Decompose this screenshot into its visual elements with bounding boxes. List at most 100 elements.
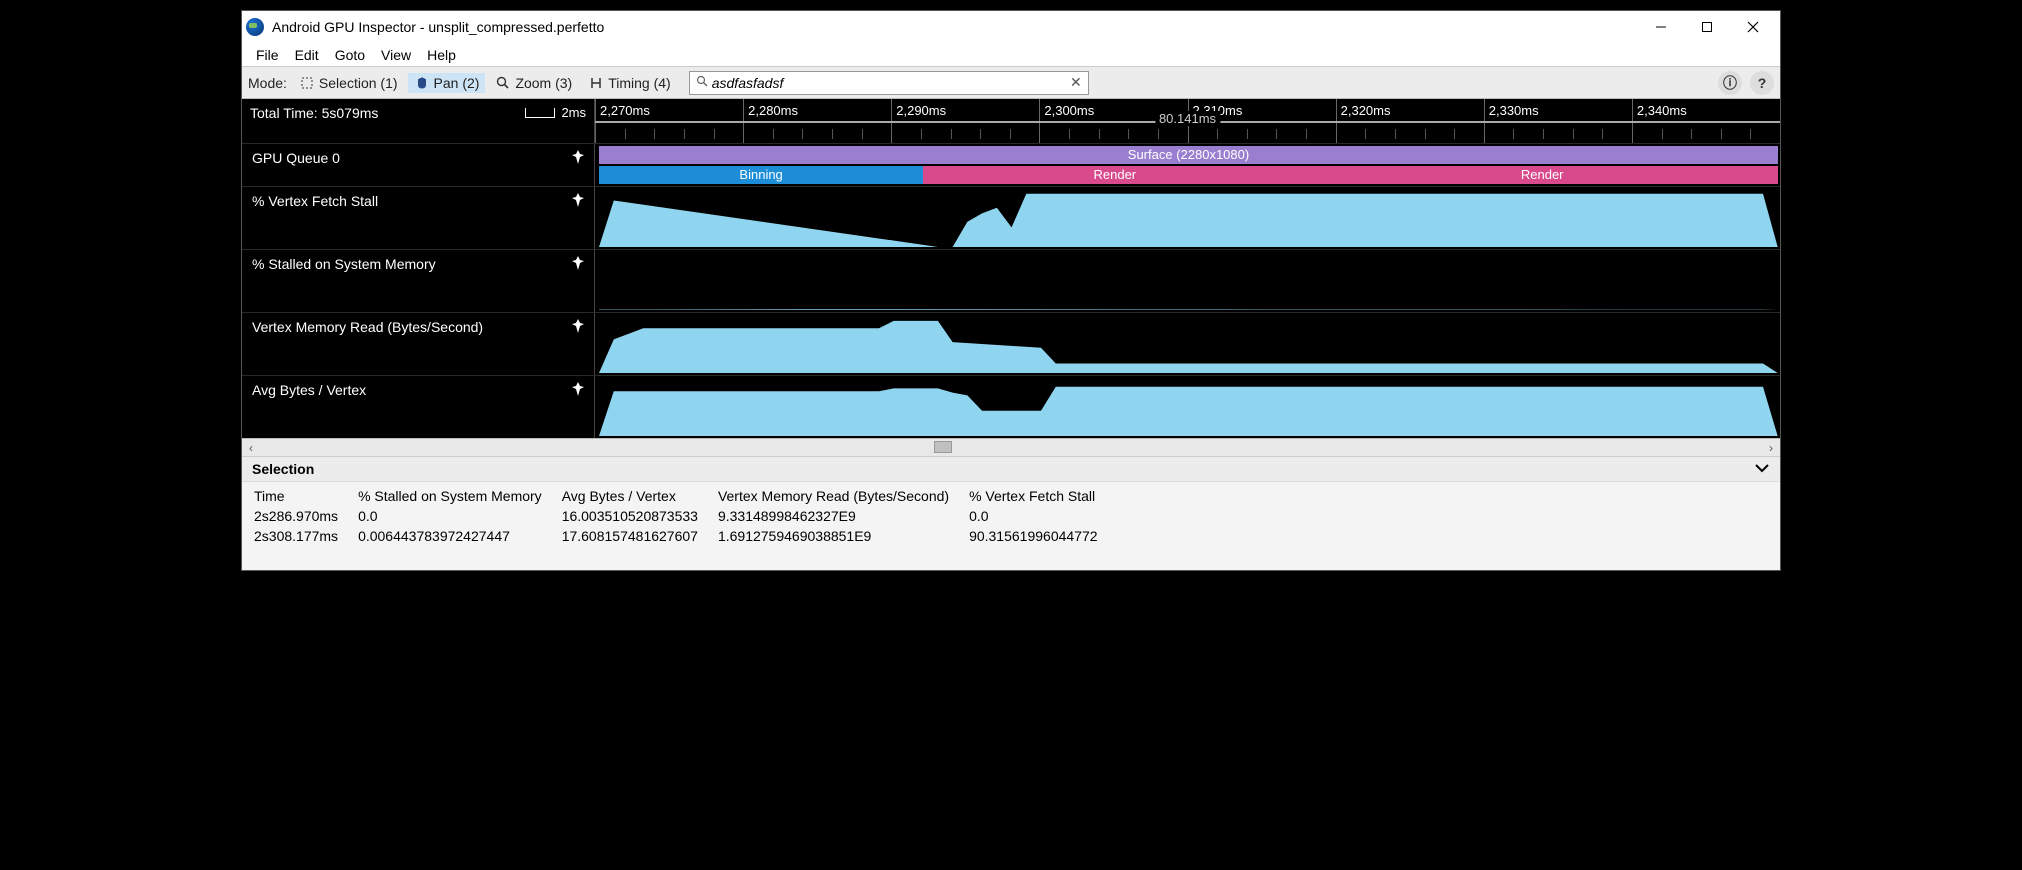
pin-icon[interactable] bbox=[572, 150, 584, 167]
scale-value: 2ms bbox=[561, 105, 586, 120]
range-label: 80.141ms bbox=[1155, 111, 1220, 126]
span-binning[interactable]: Binning bbox=[599, 166, 923, 184]
table-cell: 0.0 bbox=[959, 506, 1107, 526]
track-chart: % Stalled on System Memory bbox=[242, 249, 1780, 312]
track-canvas[interactable] bbox=[594, 376, 1780, 438]
menu-view[interactable]: View bbox=[373, 45, 419, 65]
search-input[interactable] bbox=[712, 75, 1070, 91]
selection-panel: Selection Time% Stalled on System Memory… bbox=[242, 456, 1780, 570]
mode-zoom[interactable]: Zoom (3) bbox=[489, 73, 578, 93]
minimize-button[interactable] bbox=[1638, 11, 1684, 43]
ruler-tick-label: 2,340ms bbox=[1637, 103, 1687, 118]
ruler-tick-label: 2,290ms bbox=[896, 103, 946, 118]
menu-edit[interactable]: Edit bbox=[287, 45, 327, 65]
pin-icon[interactable] bbox=[572, 256, 584, 273]
mode-timing-label: Timing (4) bbox=[608, 75, 671, 91]
toolbar: Mode: Selection (1) Pan (2) Zoom (3) Tim… bbox=[242, 67, 1780, 99]
selection-icon bbox=[299, 76, 315, 90]
ruler-tick-label: 2,330ms bbox=[1489, 103, 1539, 118]
menu-goto[interactable]: Goto bbox=[327, 45, 373, 65]
track-canvas[interactable] bbox=[594, 187, 1780, 249]
zoom-icon bbox=[495, 76, 511, 90]
span-surface[interactable]: Surface (2280x1080) bbox=[599, 146, 1778, 164]
table-cell: 0.0 bbox=[348, 506, 552, 526]
table-row[interactable]: 2s286.970ms0.016.0035105208735339.331489… bbox=[244, 506, 1108, 526]
scale-indicator: 2ms bbox=[525, 105, 586, 120]
table-cell: 90.31561996044772 bbox=[959, 526, 1107, 546]
track-label: Avg Bytes / Vertex bbox=[252, 382, 366, 398]
close-button[interactable] bbox=[1730, 11, 1776, 43]
table-row[interactable]: 2s308.177ms0.00644378397242744717.608157… bbox=[244, 526, 1108, 546]
track-label: % Stalled on System Memory bbox=[252, 256, 436, 272]
maximize-button[interactable] bbox=[1684, 11, 1730, 43]
scale-bracket-icon bbox=[525, 108, 555, 118]
scrollbar-thumb[interactable] bbox=[934, 441, 952, 453]
mode-zoom-label: Zoom (3) bbox=[515, 75, 572, 91]
window-title: Android GPU Inspector - unsplit_compress… bbox=[272, 19, 1638, 35]
search-icon bbox=[696, 75, 708, 90]
timing-icon bbox=[588, 76, 604, 90]
track-chart: Vertex Memory Read (Bytes/Second) bbox=[242, 312, 1780, 375]
total-time-label: Total Time: 5s079ms bbox=[250, 105, 378, 121]
time-ruler[interactable]: 2,270ms2,280ms2,290ms2,300ms2,310ms2,320… bbox=[595, 99, 1780, 143]
mode-selection[interactable]: Selection (1) bbox=[293, 73, 404, 93]
table-cell: 2s308.177ms bbox=[244, 526, 348, 546]
menubar: File Edit Goto View Help bbox=[242, 43, 1780, 67]
scroll-right-arrow[interactable]: › bbox=[1762, 441, 1780, 455]
chart-area bbox=[599, 380, 1778, 436]
table-header[interactable]: Avg Bytes / Vertex bbox=[552, 486, 708, 506]
ruler-tick-label: 2,280ms bbox=[748, 103, 798, 118]
table-header[interactable]: Vertex Memory Read (Bytes/Second) bbox=[708, 486, 959, 506]
chart-area bbox=[599, 254, 1778, 310]
track-label: % Vertex Fetch Stall bbox=[252, 193, 378, 209]
ruler-tick-label: 2,270ms bbox=[600, 103, 650, 118]
mode-pan[interactable]: Pan (2) bbox=[408, 73, 486, 93]
scroll-left-arrow[interactable]: ‹ bbox=[242, 441, 260, 455]
search-box[interactable]: ✕ bbox=[689, 71, 1089, 95]
chart-area bbox=[599, 317, 1778, 373]
ruler-tick-label: 2,320ms bbox=[1341, 103, 1391, 118]
track-gpu-queue: GPU Queue 0 Surface (2280x1080) BinningR… bbox=[242, 143, 1780, 186]
menu-file[interactable]: File bbox=[248, 45, 287, 65]
table-cell: 17.608157481627607 bbox=[552, 526, 708, 546]
titlebar[interactable]: Android GPU Inspector - unsplit_compress… bbox=[242, 11, 1780, 43]
table-cell: 16.003510520873533 bbox=[552, 506, 708, 526]
selection-table: Time% Stalled on System MemoryAvg Bytes … bbox=[242, 482, 1780, 570]
table-header[interactable]: % Stalled on System Memory bbox=[348, 486, 552, 506]
table-cell: 0.006443783972427447 bbox=[348, 526, 552, 546]
chevron-down-icon[interactable] bbox=[1754, 461, 1770, 477]
info-button[interactable]: ⓘ bbox=[1718, 71, 1742, 95]
span-render[interactable]: Render bbox=[1306, 166, 1778, 184]
track-canvas[interactable] bbox=[594, 313, 1780, 375]
hand-icon bbox=[414, 76, 430, 90]
track-label: Vertex Memory Read (Bytes/Second) bbox=[252, 319, 483, 335]
selection-header-label: Selection bbox=[252, 461, 314, 477]
pin-icon[interactable] bbox=[572, 382, 584, 399]
ruler-tick-label: 2,300ms bbox=[1044, 103, 1094, 118]
track-canvas[interactable]: Surface (2280x1080) BinningRenderRender bbox=[594, 144, 1780, 186]
app-icon bbox=[246, 18, 264, 36]
search-clear-button[interactable]: ✕ bbox=[1070, 74, 1082, 91]
info-icon: ⓘ bbox=[1723, 73, 1737, 93]
menu-help[interactable]: Help bbox=[419, 45, 464, 65]
span-render[interactable]: Render bbox=[923, 166, 1306, 184]
timeline[interactable]: Total Time: 5s079ms 2ms 2,270ms 2,280ms 2,… bbox=[242, 99, 1780, 438]
app-window: Android GPU Inspector - unsplit_compress… bbox=[241, 10, 1781, 571]
track-label: GPU Queue 0 bbox=[252, 150, 340, 166]
help-button[interactable]: ? bbox=[1750, 71, 1774, 95]
mode-pan-label: Pan (2) bbox=[434, 75, 480, 91]
mode-timing[interactable]: Timing (4) bbox=[582, 73, 677, 93]
table-cell: 1.6912759469038851E9 bbox=[708, 526, 959, 546]
table-header[interactable]: % Vertex Fetch Stall bbox=[959, 486, 1107, 506]
track-canvas[interactable] bbox=[594, 250, 1780, 312]
pin-icon[interactable] bbox=[572, 193, 584, 210]
track-chart: % Vertex Fetch Stall bbox=[242, 186, 1780, 249]
table-header[interactable]: Time bbox=[244, 486, 348, 506]
table-cell: 9.33148998462327E9 bbox=[708, 506, 959, 526]
horizontal-scrollbar[interactable]: ‹ › bbox=[242, 438, 1780, 456]
mode-selection-label: Selection (1) bbox=[319, 75, 398, 91]
pin-icon[interactable] bbox=[572, 319, 584, 336]
chart-area bbox=[599, 191, 1778, 247]
help-icon: ? bbox=[1758, 75, 1767, 91]
table-cell: 2s286.970ms bbox=[244, 506, 348, 526]
